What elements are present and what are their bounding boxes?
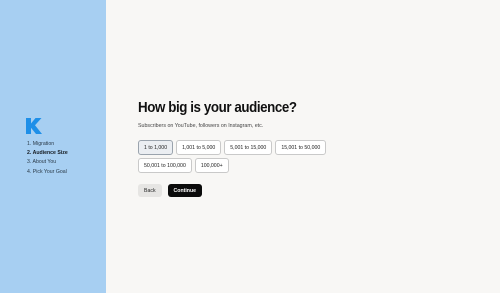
page-title: How big is your audience? xyxy=(138,100,297,116)
back-button[interactable]: Back xyxy=(138,184,162,197)
main-content: How big is your audience? Subscribers on… xyxy=(106,0,500,293)
page-subtitle: Subscribers on YouTube, followers on Ins… xyxy=(138,123,264,129)
k-logo-icon xyxy=(26,118,42,134)
step-audience-size: 2. Audience Size xyxy=(27,150,68,157)
option-15001-to-50000[interactable]: 15,001 to 50,000 xyxy=(275,140,327,155)
audience-options: 1 to 1,000 1,001 to 5,000 5,001 to 15,00… xyxy=(138,140,338,176)
options-row-2: 50,001 to 100,000 100,000+ xyxy=(138,158,338,173)
step-migration: 1. Migration xyxy=(27,141,55,147)
step-list: 1. Migration 2. Audience Size 3. About Y… xyxy=(27,140,68,177)
option-1-to-1000[interactable]: 1 to 1,000 xyxy=(138,140,174,155)
form-actions: Back Continue xyxy=(138,184,203,197)
continue-button[interactable]: Continue xyxy=(167,184,203,197)
option-1001-to-5000[interactable]: 1,001 to 5,000 xyxy=(176,140,222,155)
step-pick-your-goal: 4. Pick Your Goal xyxy=(27,168,67,175)
option-5001-to-15000[interactable]: 5,001 to 15,000 xyxy=(224,140,273,155)
step-about-you: 3. About You xyxy=(27,159,57,166)
sidebar: 1. Migration 2. Audience Size 3. About Y… xyxy=(0,0,106,293)
option-100000-plus[interactable]: 100,000+ xyxy=(194,158,229,173)
option-50001-to-100000[interactable]: 50,001 to 100,000 xyxy=(138,158,192,173)
options-row-1: 1 to 1,000 1,001 to 5,000 5,001 to 15,00… xyxy=(138,140,338,155)
